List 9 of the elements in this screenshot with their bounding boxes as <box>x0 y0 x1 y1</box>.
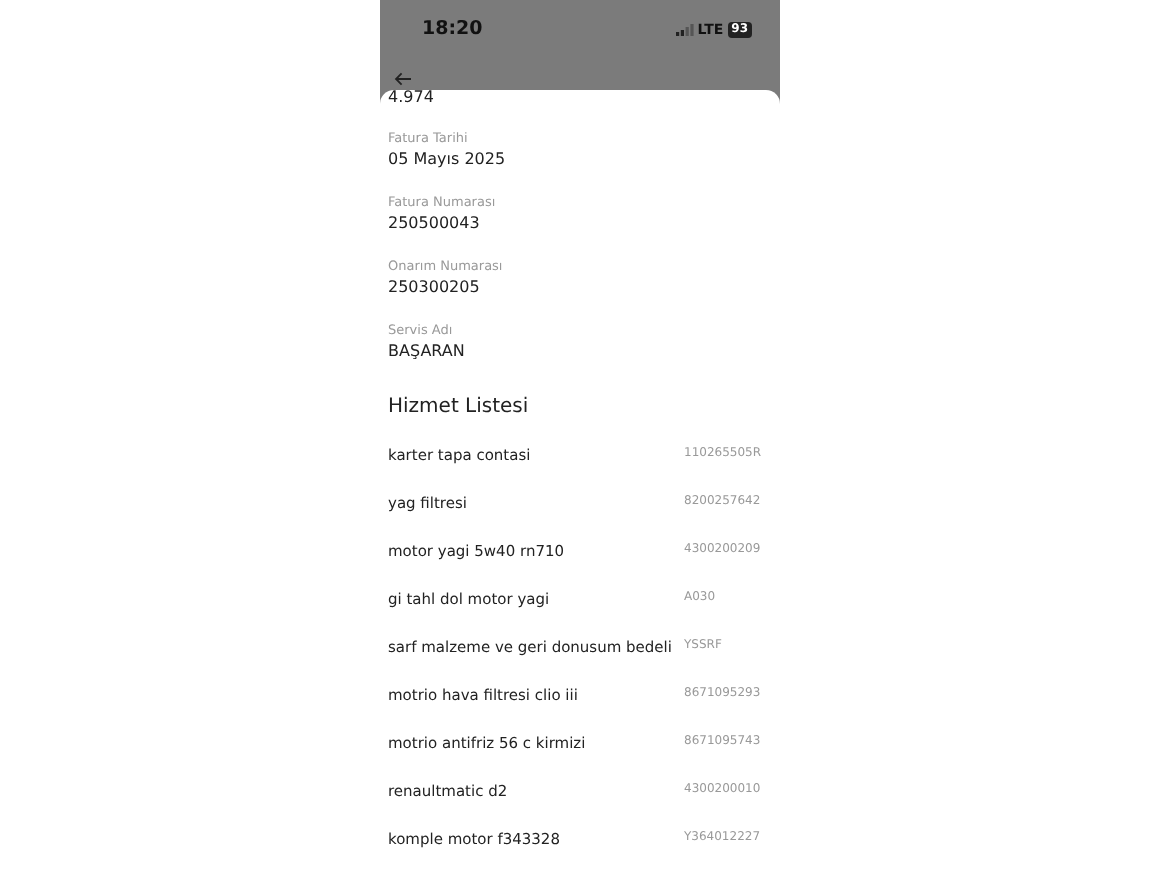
field-value: 05 Mayıs 2025 <box>388 150 508 170</box>
signal-icon <box>675 23 694 35</box>
section-title: Hizmet Listesi <box>388 394 531 422</box>
field-value: 250300205 <box>388 278 482 298</box>
field-value: 4.974 <box>388 88 436 106</box>
field-value: 250500043 <box>388 214 482 234</box>
field-value: BAŞARAN <box>388 342 467 362</box>
clock-time: 18:20 <box>422 18 483 40</box>
back-icon[interactable] <box>394 72 412 86</box>
